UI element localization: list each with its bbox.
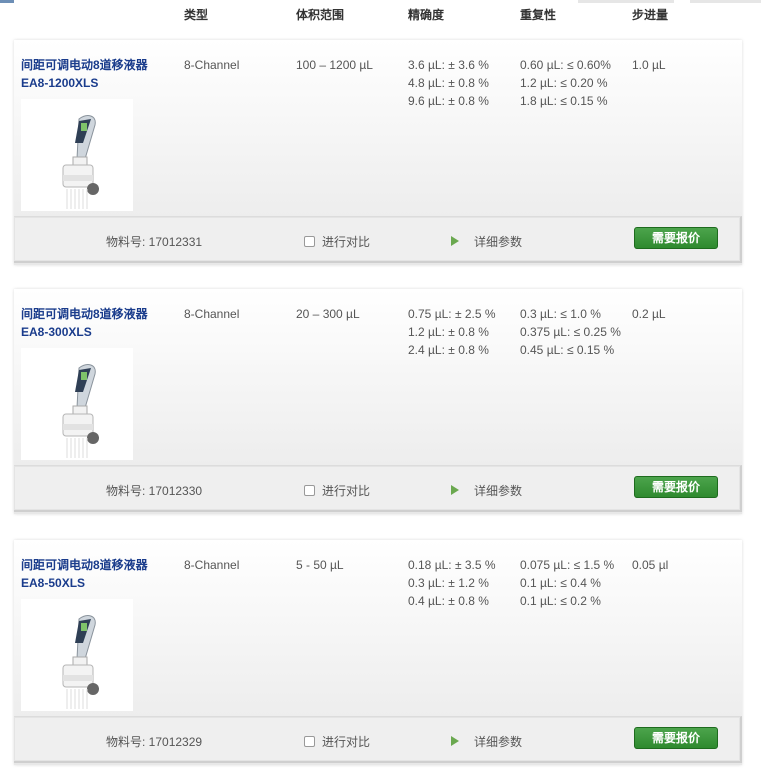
product-accuracy: 3.6 µL: ± 3.6 % 4.8 µL: ± 0.8 % 9.6 µL: … [408,56,489,110]
product-step: 0.2 µL [632,307,666,321]
product-accuracy: 0.18 µL: ± 3.5 % 0.3 µL: ± 1.2 % 0.4 µL:… [408,556,496,610]
product-action-bar: 物料号: 17012329 进行对比 详细参数 需要报价 [14,716,742,763]
compare-toggle[interactable]: 进行对比 [304,233,370,250]
quote-button[interactable]: 需要报价 [634,476,718,498]
checkbox-icon[interactable] [304,485,315,496]
play-arrow-icon [451,485,459,495]
pipette-image[interactable] [21,599,133,711]
repeatability-line: 0.1 µL: ≤ 0.2 % [520,594,601,608]
compare-label[interactable]: 进行对比 [322,735,370,749]
product-model[interactable]: EA8-300XLS [21,323,148,341]
pipette-image[interactable] [21,348,133,460]
column-header-accuracy: 精确度 [408,8,445,22]
accuracy-line: 2.4 µL: ± 0.8 % [408,343,489,357]
accuracy-line: 4.8 µL: ± 0.8 % [408,76,489,90]
product-type: 8-Channel [184,307,240,321]
product-title[interactable]: 间距可调电动8道移液器 [21,305,148,323]
compare-toggle[interactable]: 进行对比 [304,733,370,750]
header-strip-left [0,0,14,3]
compare-label[interactable]: 进行对比 [322,235,370,249]
material-number: 物料号: 17012331 [106,235,203,249]
material-number: 物料号: 17012330 [106,484,203,498]
column-header-repeatability: 重复性 [520,8,557,22]
repeatability-line: 0.45 µL: ≤ 0.15 % [520,343,615,357]
product-type: 8-Channel [184,558,240,572]
accuracy-line: 0.75 µL: ± 2.5 % [408,307,496,321]
compare-label[interactable]: 进行对比 [322,484,370,498]
repeatability-line: 1.2 µL: ≤ 0.20 % [520,76,608,90]
header-strip-mid [578,0,674,3]
quote-button[interactable]: 需要报价 [634,727,718,749]
details-link[interactable]: 详细参数 [451,733,522,750]
product-type: 8-Channel [184,58,240,72]
product-title-block[interactable]: 间距可调电动8道移液器 EA8-1200XLS [21,56,148,92]
repeatability-line: 0.375 µL: ≤ 0.25 % [520,325,621,339]
accuracy-line: 3.6 µL: ± 3.6 % [408,58,489,72]
repeatability-line: 1.8 µL: ≤ 0.15 % [520,94,608,108]
repeatability-line: 0.1 µL: ≤ 0.4 % [520,576,601,590]
product-volume: 100 – 1200 µL [296,58,373,72]
product-repeatability: 0.60 µL: ≤ 0.60% 1.2 µL: ≤ 0.20 % 1.8 µL… [520,56,611,110]
details-label[interactable]: 详细参数 [474,735,522,749]
column-header-type: 类型 [184,8,209,22]
product-repeatability: 0.075 µL: ≤ 1.5 % 0.1 µL: ≤ 0.4 % 0.1 µL… [520,556,614,610]
product-volume: 5 - 50 µL [296,558,344,572]
accuracy-line: 9.6 µL: ± 0.8 % [408,94,489,108]
details-label[interactable]: 详细参数 [474,484,522,498]
checkbox-icon[interactable] [304,736,315,747]
product-title[interactable]: 间距可调电动8道移液器 [21,556,148,574]
compare-toggle[interactable]: 进行对比 [304,482,370,499]
product-repeatability: 0.3 µL: ≤ 1.0 % 0.375 µL: ≤ 0.25 % 0.45 … [520,305,621,359]
quote-button[interactable]: 需要报价 [634,227,718,249]
details-link[interactable]: 详细参数 [451,233,522,250]
play-arrow-icon [451,236,459,246]
header-strip-right [690,0,761,3]
product-card: 间距可调电动8道移液器 EA8-300XLS 8-Channel 20 – 30… [14,289,742,514]
product-model[interactable]: EA8-1200XLS [21,74,148,92]
product-action-bar: 物料号: 17012330 进行对比 详细参数 需要报价 [14,465,742,512]
repeatability-line: 0.60 µL: ≤ 0.60% [520,58,611,72]
accuracy-line: 0.3 µL: ± 1.2 % [408,576,489,590]
accuracy-line: 0.4 µL: ± 0.8 % [408,594,489,608]
repeatability-line: 0.3 µL: ≤ 1.0 % [520,307,601,321]
accuracy-line: 0.18 µL: ± 3.5 % [408,558,496,572]
product-step: 1.0 µL [632,58,666,72]
pipette-image[interactable] [21,99,133,211]
checkbox-icon[interactable] [304,236,315,247]
material-number: 物料号: 17012329 [106,735,203,749]
product-model[interactable]: EA8-50XLS [21,574,148,592]
product-card: 间距可调电动8道移液器 EA8-1200XLS 8-Channel 100 – … [14,40,742,265]
details-label[interactable]: 详细参数 [474,235,522,249]
accuracy-line: 1.2 µL: ± 0.8 % [408,325,489,339]
product-title-block[interactable]: 间距可调电动8道移液器 EA8-300XLS [21,305,148,341]
product-volume: 20 – 300 µL [296,307,360,321]
column-header-step: 步进量 [632,8,669,22]
product-step: 0.05 µl [632,558,669,572]
product-title[interactable]: 间距可调电动8道移液器 [21,56,148,74]
column-header-volume: 体积范围 [296,8,345,22]
product-title-block[interactable]: 间距可调电动8道移液器 EA8-50XLS [21,556,148,592]
product-action-bar: 物料号: 17012331 进行对比 详细参数 需要报价 [14,216,742,263]
repeatability-line: 0.075 µL: ≤ 1.5 % [520,558,615,572]
product-accuracy: 0.75 µL: ± 2.5 % 1.2 µL: ± 0.8 % 2.4 µL:… [408,305,496,359]
product-card: 间距可调电动8道移液器 EA8-50XLS 8-Channel 5 - 50 µ… [14,540,742,765]
details-link[interactable]: 详细参数 [451,482,522,499]
play-arrow-icon [451,736,459,746]
